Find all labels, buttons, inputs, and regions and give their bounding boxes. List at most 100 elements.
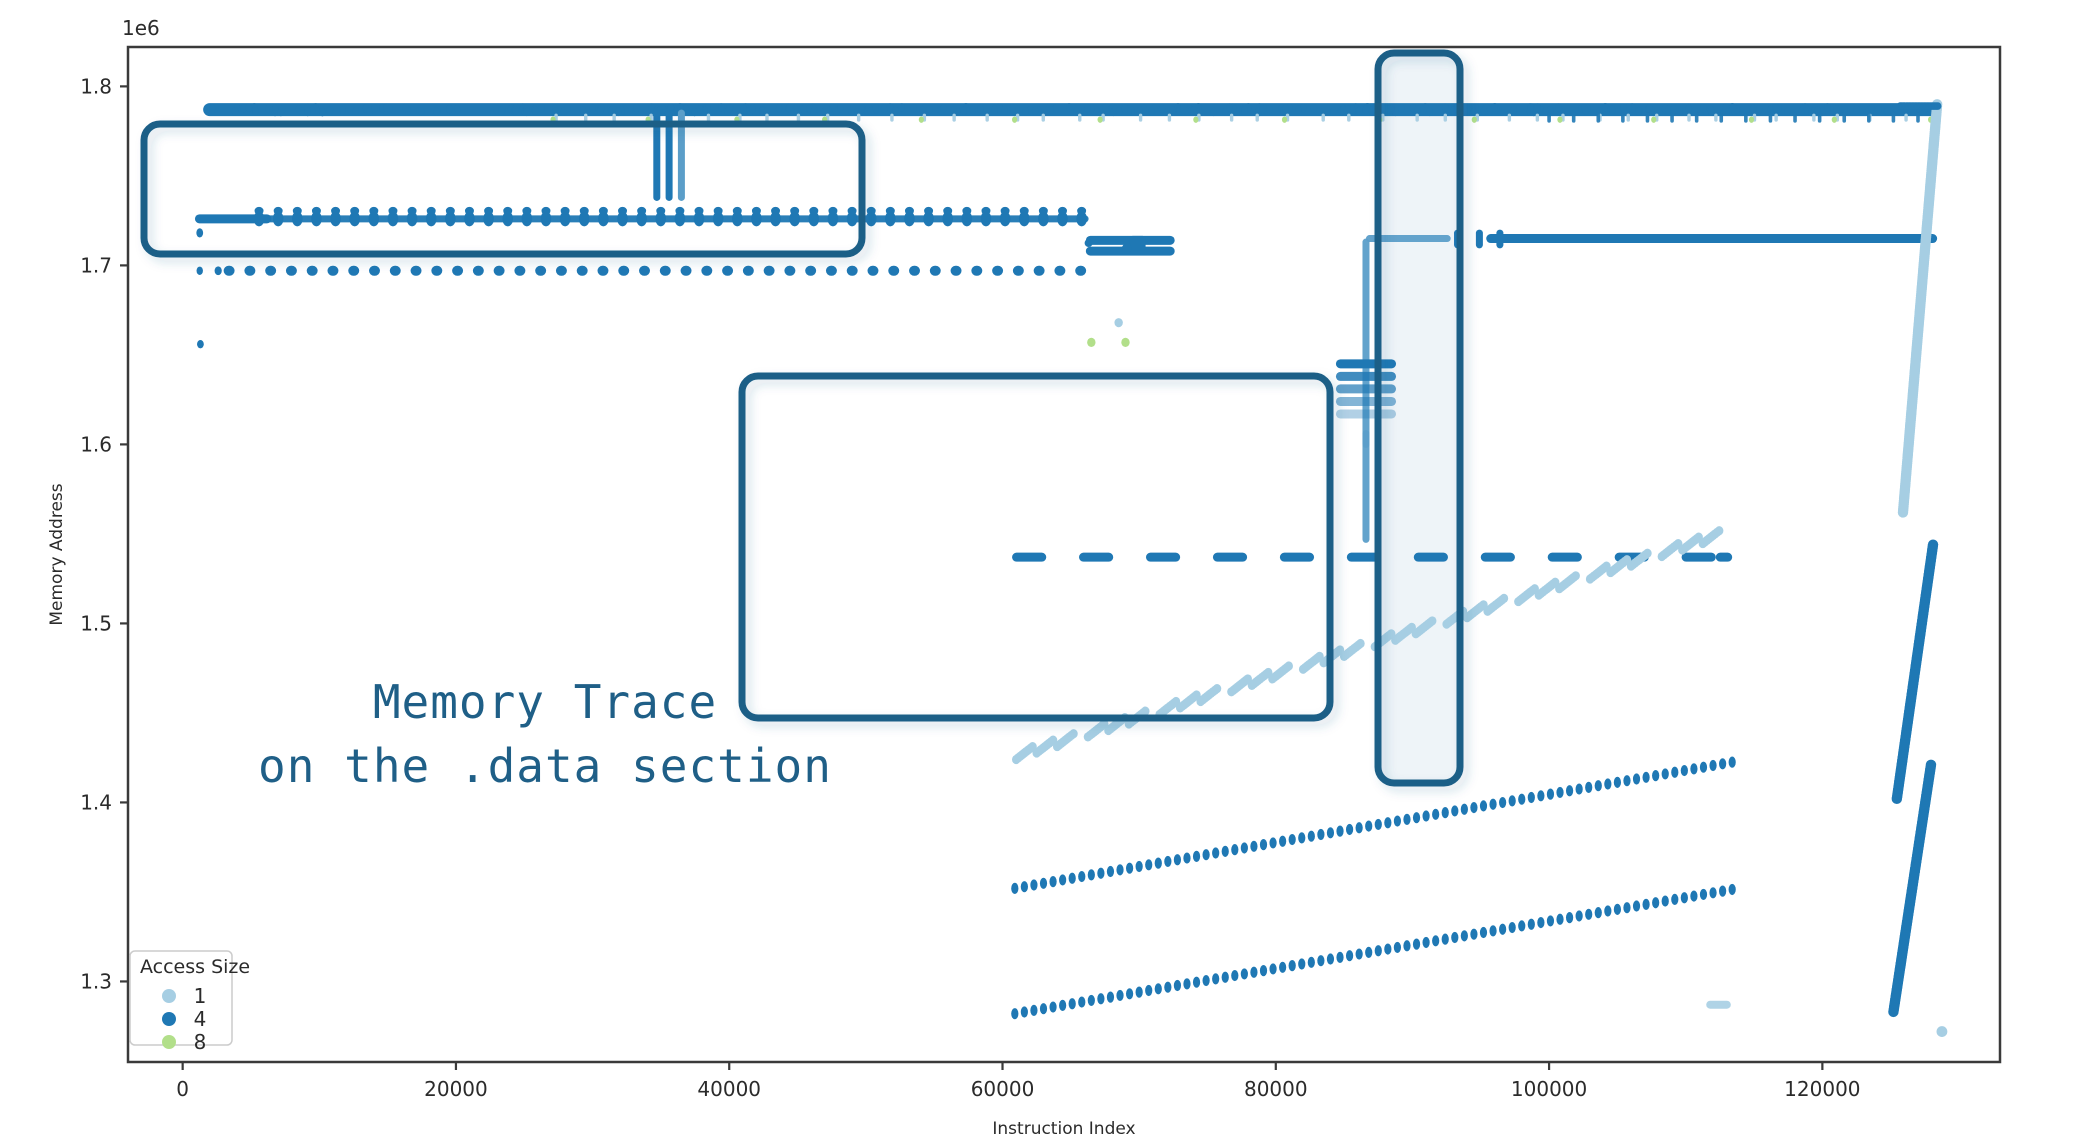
data-point (1859, 105, 1865, 113)
data-point (305, 108, 311, 116)
memory-trace-figure: 0 20000 40000 60000 80000 100000 120000 1.3 1.4 1… (0, 0, 2096, 1134)
data-mark (514, 266, 525, 276)
data-point (1572, 571, 1580, 580)
data-point (1010, 105, 1016, 113)
data-mark (660, 266, 671, 276)
data-point (892, 107, 898, 115)
data-point (1432, 809, 1439, 820)
data-mark (577, 266, 588, 276)
heap-stride-callout[interactable] (742, 376, 1330, 718)
data-mark (1054, 266, 1065, 276)
data-mark (1130, 236, 1146, 251)
data-point (1116, 107, 1122, 115)
data-point (1114, 318, 1122, 327)
data-mark (1336, 397, 1396, 406)
data-point (1934, 102, 1941, 110)
data-point (1585, 909, 1592, 920)
data-point (1461, 804, 1468, 815)
data-point (1222, 972, 1229, 983)
data-point (618, 207, 627, 215)
data-point (1136, 987, 1143, 998)
data-point (209, 105, 215, 113)
data-point (350, 207, 359, 215)
data-point (848, 207, 857, 215)
data-point (1937, 1026, 1948, 1037)
data-point (1193, 977, 1200, 988)
data-point (786, 103, 792, 111)
data-point (1183, 852, 1190, 863)
x-axis-title: Instruction Index (992, 1119, 1135, 1134)
data-point (427, 207, 436, 215)
data-point (924, 207, 933, 215)
plot-title-line-2: on the .data section (258, 739, 832, 793)
data-mark (452, 266, 463, 276)
data-mark (797, 114, 800, 122)
data-point (752, 207, 761, 215)
data-point (801, 105, 807, 113)
data-point (771, 207, 780, 215)
data-point (446, 105, 452, 113)
data-point (1651, 116, 1656, 122)
data-mark (431, 266, 442, 276)
data-point (1283, 104, 1289, 112)
data-mark (765, 114, 768, 122)
data-mark (1695, 113, 1699, 123)
data-point (1585, 782, 1592, 793)
data-point (1671, 767, 1678, 778)
data-point (1442, 934, 1449, 945)
data-point (1362, 106, 1368, 114)
data-point (538, 104, 544, 112)
data-point (1308, 831, 1315, 842)
data-point (1833, 105, 1839, 113)
data-point (1310, 104, 1316, 112)
data-point (1279, 962, 1286, 973)
data-mark (1322, 114, 1325, 122)
data-mark (1812, 114, 1815, 122)
data-point (1708, 107, 1714, 115)
data-mark (764, 266, 775, 276)
data-mark (1362, 430, 1369, 543)
data-mark (992, 266, 1003, 276)
data-point (331, 207, 340, 215)
data-mark (1280, 553, 1314, 562)
data-point (1040, 1003, 1047, 1014)
data-point (1308, 957, 1315, 968)
data-point (1690, 891, 1697, 902)
data-point (1423, 937, 1430, 948)
y-tick-label: 1.5 (80, 611, 112, 635)
data-point (1032, 107, 1038, 115)
data-point (1489, 799, 1496, 810)
data-point (1700, 762, 1707, 773)
data-point (1427, 108, 1433, 116)
data-point (1432, 935, 1439, 946)
data-mark (1336, 359, 1396, 368)
data-mark (1414, 553, 1448, 562)
data-point (1557, 116, 1562, 122)
data-point (1690, 763, 1697, 774)
x-tick-label: 100000 (1511, 1077, 1587, 1101)
data-point (1403, 940, 1410, 951)
data-point (1461, 930, 1468, 941)
x-tick-label: 20000 (424, 1077, 488, 1101)
data-point (410, 107, 416, 115)
data-mark (244, 266, 255, 276)
data-point (1614, 904, 1621, 915)
data-mark (618, 266, 629, 276)
data-point (1604, 905, 1611, 916)
data-point (197, 340, 204, 348)
data-point (1126, 863, 1133, 874)
data-point (1642, 899, 1649, 910)
data-point (726, 104, 732, 112)
data-point (1670, 106, 1676, 114)
stack-region-callout[interactable] (144, 124, 862, 254)
data-point (1356, 107, 1362, 115)
data-point (1518, 794, 1525, 805)
data-mark (909, 266, 920, 276)
data-point (312, 207, 321, 215)
data-point (1107, 866, 1114, 877)
data-point (1824, 103, 1830, 111)
data-point (1480, 800, 1487, 811)
data-mark (888, 266, 899, 276)
data-point (512, 107, 518, 115)
data-mark (584, 114, 587, 122)
